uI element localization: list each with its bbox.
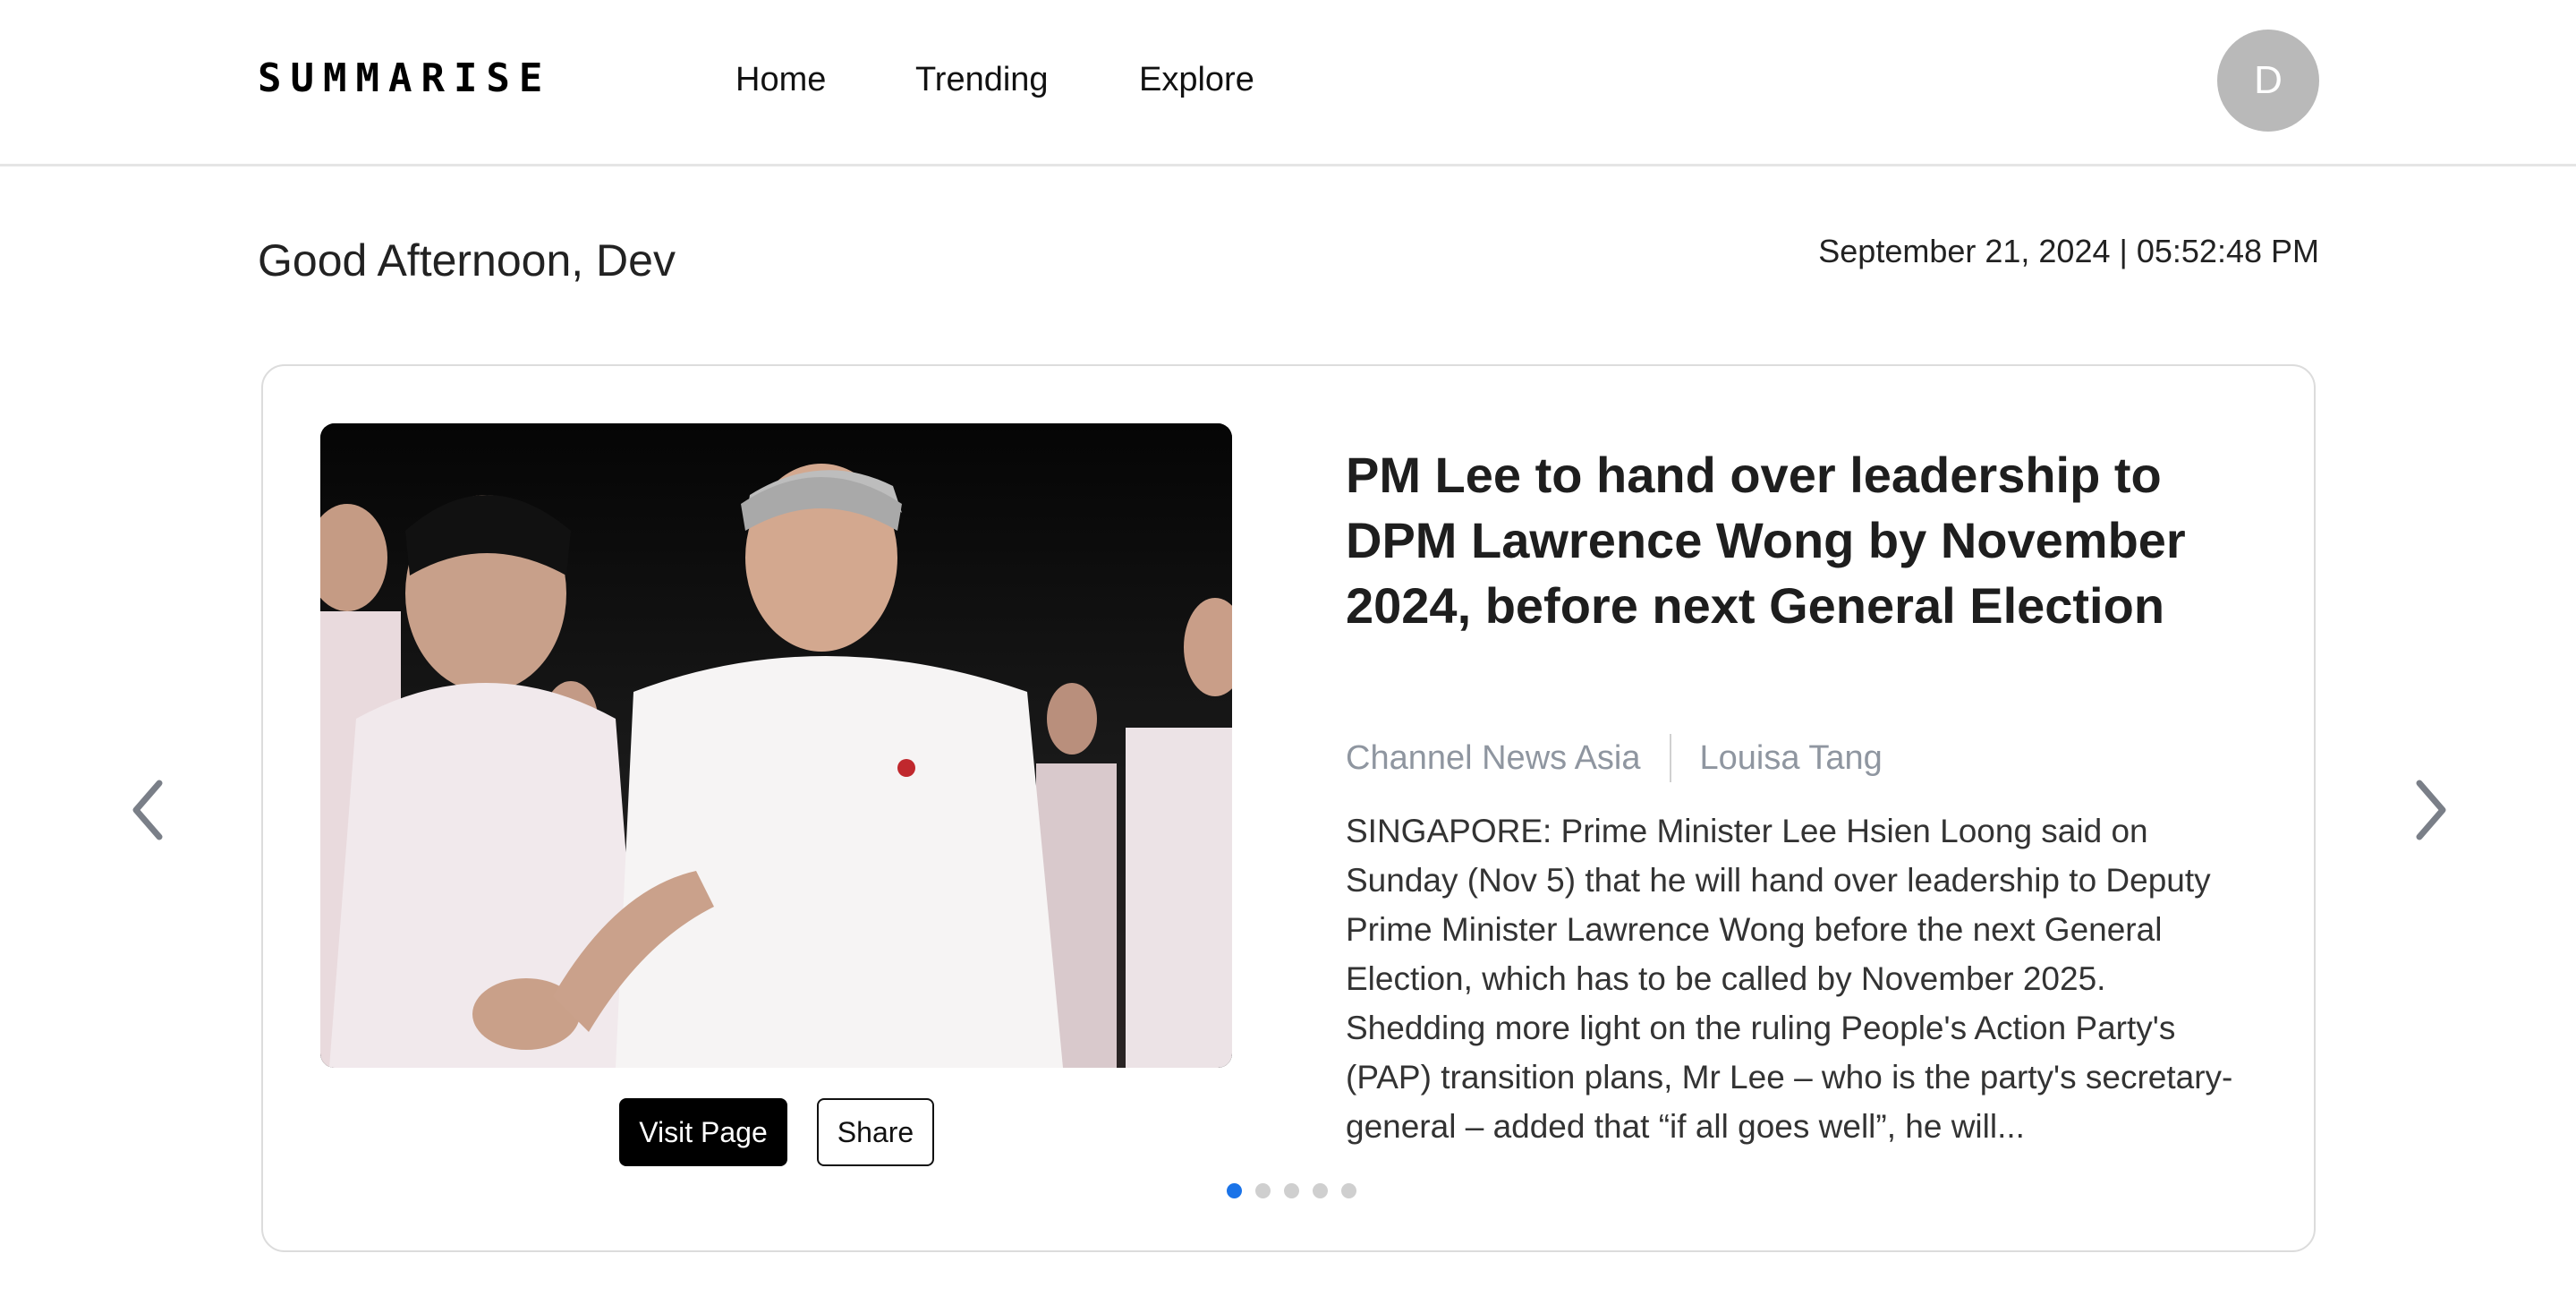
article-meta: Channel News Asia Louisa Tang [1346, 733, 1883, 783]
article-card: Visit Page Share PM Lee to hand over lea… [261, 364, 2316, 1252]
carousel-indicators [1227, 1183, 1356, 1198]
carousel-dot-1[interactable] [1227, 1183, 1242, 1198]
chevron-right-icon [2416, 780, 2446, 840]
news-photo-image [320, 423, 1232, 1068]
nav-home-link[interactable]: Home [735, 61, 826, 99]
carousel-prev-button[interactable] [122, 774, 175, 846]
article-summary: SINGAPORE: Prime Minister Lee Hsien Loon… [1346, 813, 2233, 1145]
carousel-dot-5[interactable] [1341, 1183, 1356, 1198]
greeting-text: Good Afternoon, Dev [258, 235, 676, 286]
top-nav-bar: SUMMARISE Home Trending Explore D [0, 0, 2576, 166]
meta-divider [1669, 734, 1671, 782]
carousel-dot-4[interactable] [1313, 1183, 1328, 1198]
carousel-next-button[interactable] [2403, 774, 2457, 846]
share-button[interactable]: Share [817, 1098, 934, 1166]
nav-trending-link[interactable]: Trending [915, 61, 1049, 99]
user-avatar[interactable]: D [2217, 30, 2319, 132]
article-title[interactable]: PM Lee to hand over leadership to DPM La… [1346, 442, 2196, 638]
article-image [320, 423, 1232, 1068]
nav-explore-link[interactable]: Explore [1139, 61, 1254, 99]
avatar-initial: D [2254, 58, 2283, 102]
visit-page-button[interactable]: Visit Page [619, 1098, 787, 1166]
carousel-dot-2[interactable] [1255, 1183, 1271, 1198]
article-author: Louisa Tang [1699, 738, 1883, 777]
carousel-dot-3[interactable] [1284, 1183, 1299, 1198]
current-datetime: September 21, 2024 | 05:52:48 PM [1818, 233, 2319, 269]
chevron-left-icon [132, 780, 163, 840]
app-logo[interactable]: SUMMARISE [258, 55, 551, 101]
article-source: Channel News Asia [1346, 738, 1641, 777]
